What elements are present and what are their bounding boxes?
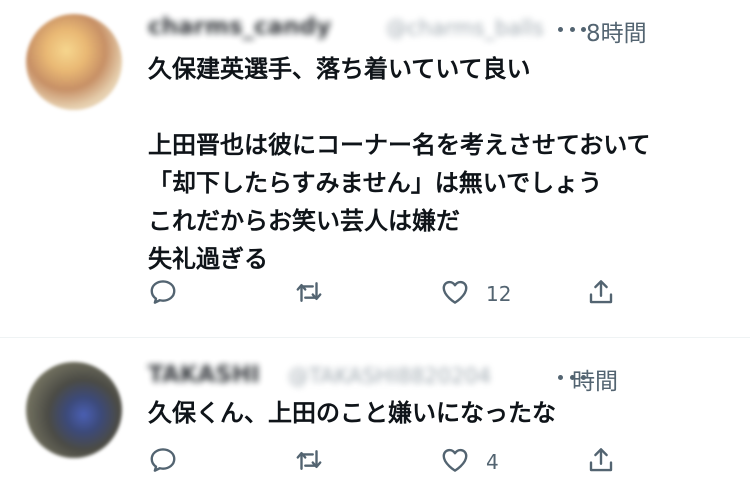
- retweet-icon: [294, 277, 324, 311]
- user-handle[interactable]: @charms_balls: [386, 16, 544, 40]
- avatar[interactable]: [26, 14, 122, 110]
- tweet-header: charms_candy @charms_balls 8時間: [148, 12, 708, 48]
- user-handle[interactable]: @TAKASHI8820204: [288, 364, 491, 388]
- tweet-text: 久保くん、上田のこと嫌いになったな: [148, 394, 728, 432]
- tweet-text-line: 久保建英選手、落ち着いていて良い: [148, 55, 531, 83]
- retweet-icon: [294, 445, 324, 479]
- avatar[interactable]: [26, 362, 122, 458]
- tweet-text-line: 失礼過ぎる: [148, 245, 268, 273]
- reply-icon: [148, 445, 178, 479]
- share-icon: [586, 277, 616, 311]
- more-horizontal-icon[interactable]: [552, 17, 592, 41]
- share-icon: [586, 445, 616, 479]
- reply-button[interactable]: [148, 444, 194, 480]
- tweet-text-line: 「却下したらすみません」は無いでしょう: [148, 169, 603, 197]
- share-button[interactable]: [586, 276, 616, 312]
- tweet-actions: 4: [148, 444, 648, 480]
- tweet-text-line: これだからお笑い芸人は嫌だ: [148, 207, 460, 235]
- like-button[interactable]: 12: [440, 276, 511, 312]
- tweet-text: 久保建英選手、落ち着いていて良い 上田晋也は彼にコーナー名を考えさせておいて 「…: [148, 50, 728, 278]
- heart-icon: [440, 277, 470, 311]
- display-name[interactable]: charms_candy: [148, 14, 331, 40]
- display-name[interactable]: TAKASHI: [148, 362, 260, 388]
- more-horizontal-icon[interactable]: [552, 365, 592, 389]
- heart-icon: [440, 445, 470, 479]
- like-button[interactable]: 4: [440, 444, 499, 480]
- tweet[interactable]: TAKASHI @TAKASHI8820204 時間 久保くん、上田のこと嫌いに…: [0, 338, 750, 494]
- tweet-actions: 12: [148, 276, 648, 312]
- reply-button[interactable]: [148, 276, 194, 312]
- share-button[interactable]: [586, 444, 616, 480]
- reply-icon: [148, 277, 178, 311]
- tweet[interactable]: charms_candy @charms_balls 8時間 久保建英選手、落ち…: [0, 0, 750, 338]
- like-count: 4: [486, 450, 499, 474]
- retweet-button[interactable]: [294, 276, 340, 312]
- like-count: 12: [486, 282, 512, 306]
- tweet-text-line: 上田晋也は彼にコーナー名を考えさせておいて: [148, 131, 651, 159]
- tweet-text-line: 久保くん、上田のこと嫌いになったな: [148, 399, 556, 427]
- retweet-button[interactable]: [294, 444, 340, 480]
- tweet-header: TAKASHI @TAKASHI8820204 時間: [148, 360, 708, 396]
- tweet-text-line: [148, 88, 728, 126]
